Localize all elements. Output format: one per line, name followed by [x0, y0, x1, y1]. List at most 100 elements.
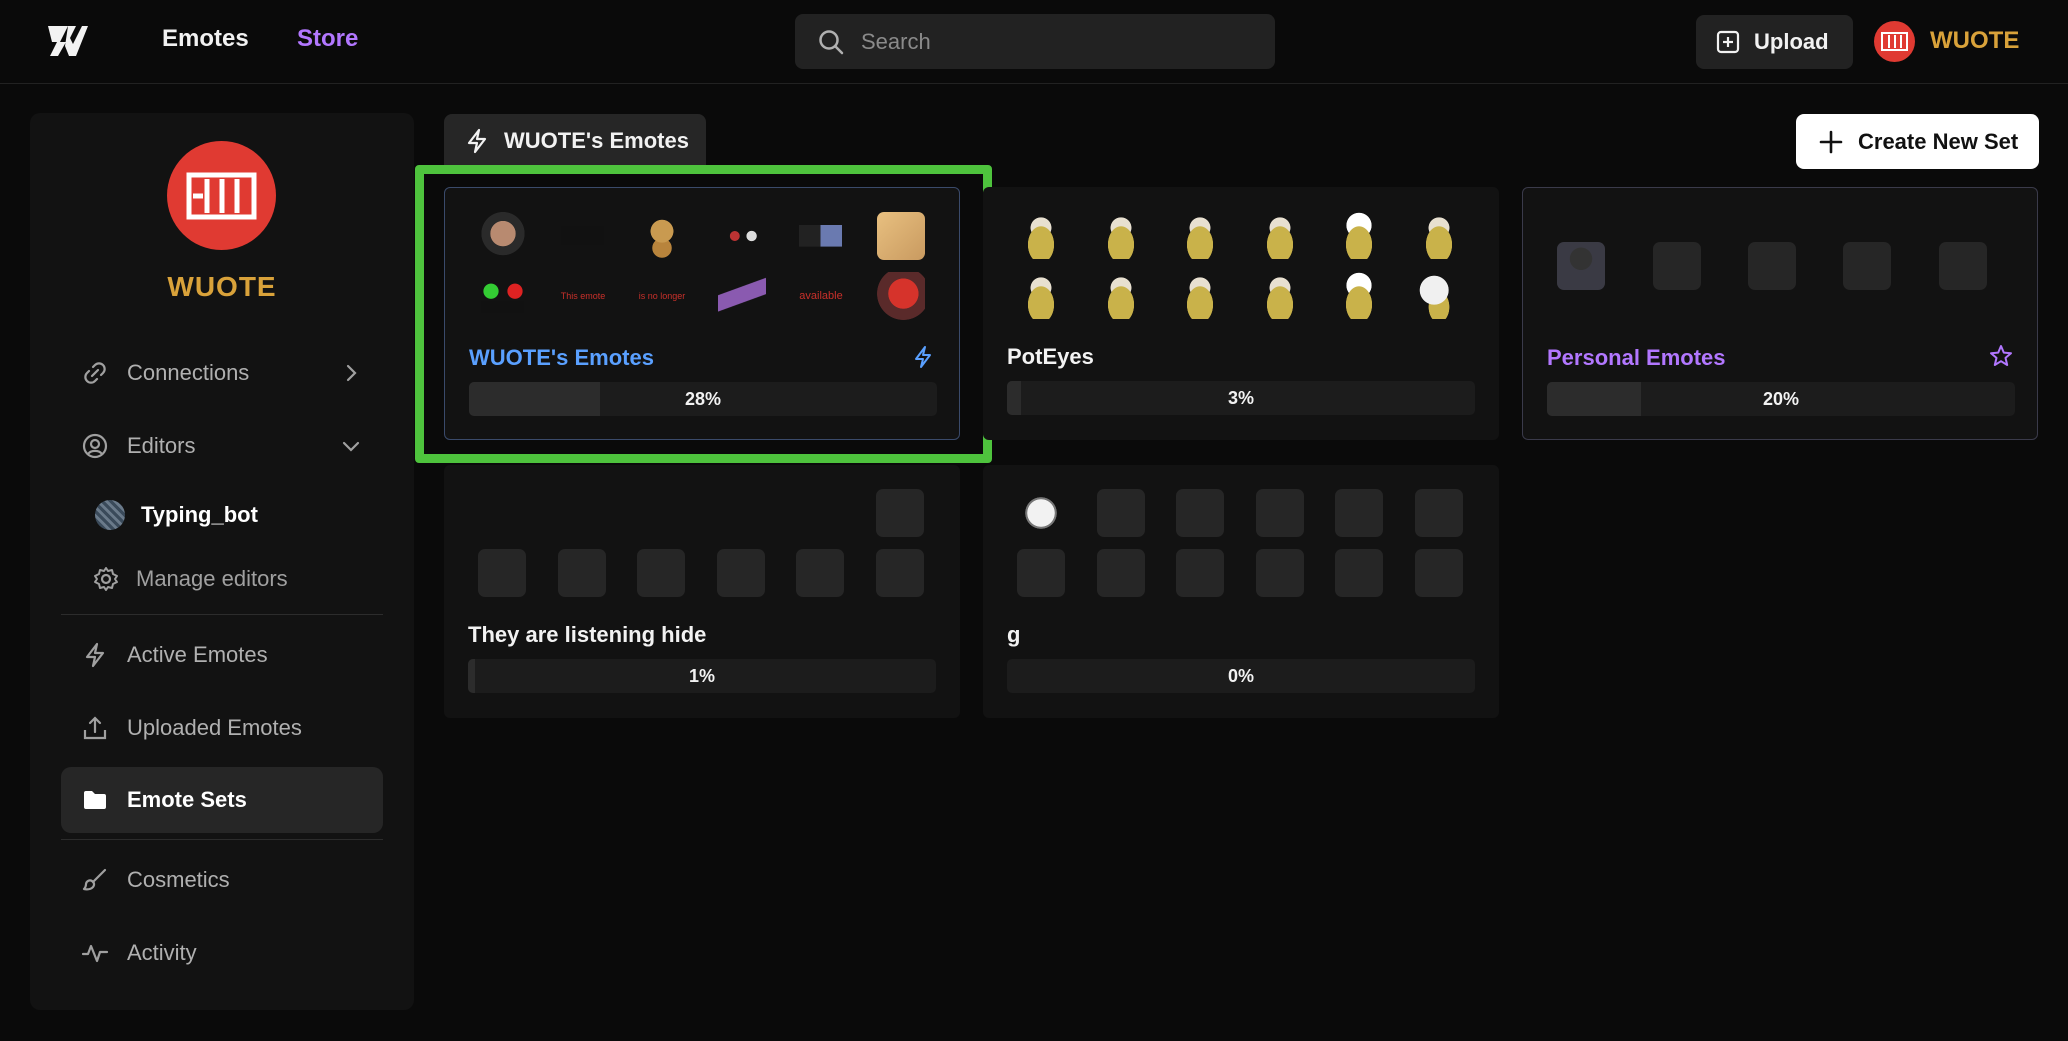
- editor-avatar: [95, 500, 125, 530]
- set-capacity-bar: 1%: [468, 659, 936, 693]
- emote-slot-empty: [1939, 242, 1987, 290]
- set-capacity-label: 0%: [1227, 666, 1254, 686]
- set-capacity-bar: 0%: [1007, 659, 1475, 693]
- emote-thumb: [1256, 271, 1304, 319]
- sidebar-item-cosmetics[interactable]: Cosmetics: [61, 847, 383, 913]
- emote-thumb: [1017, 271, 1065, 319]
- star-icon[interactable]: [1989, 344, 2013, 368]
- emote-thumb: [1176, 271, 1224, 319]
- nav-store-link[interactable]: Store: [297, 25, 358, 53]
- emote-slot-empty: [1176, 489, 1224, 537]
- emote-slot-empty: [1843, 242, 1891, 290]
- chevron-down-icon: [342, 441, 360, 452]
- sidebar-item-uploaded-emotes[interactable]: Uploaded Emotes: [61, 695, 383, 761]
- manage-editors-link[interactable]: Manage editors: [92, 565, 288, 593]
- user-circle-icon: [82, 433, 108, 459]
- emote-thumb-unavailable-text: available: [799, 290, 843, 302]
- emote-thumb: [1415, 211, 1463, 259]
- set-title: g: [1007, 622, 1021, 647]
- sidebar-item-label: Editors: [127, 433, 196, 458]
- emote-set-card-g[interactable]: g 0%: [983, 465, 1499, 718]
- emote-slot-empty: [1653, 242, 1701, 290]
- emote-thumb-unavailable-text: This emote: [560, 291, 606, 301]
- emote-thumb: [1097, 271, 1145, 319]
- emote-preview-grid: [983, 187, 1499, 342]
- emote-thumb: [1335, 271, 1383, 319]
- emote-set-card-personal[interactable]: Personal Emotes 20%: [1522, 187, 2038, 440]
- tab-active-emote-set[interactable]: WUOTE's Emotes: [444, 114, 706, 168]
- gear-icon: [94, 567, 118, 591]
- emote-set-card-listening[interactable]: They are listening hide 1%: [444, 465, 960, 718]
- emote-thumb: [1557, 242, 1605, 290]
- emote-preview-grid: [1523, 188, 2039, 343]
- emote-preview-grid: [983, 465, 1499, 620]
- sidebar-item-connections[interactable]: Connections: [61, 340, 383, 406]
- emote-set-card-wuote[interactable]: This emote is no longer available WUOTE'…: [444, 187, 960, 440]
- set-capacity-label: 3%: [1227, 388, 1254, 408]
- activity-pulse-icon: [81, 944, 109, 963]
- emote-thumb: [1415, 271, 1463, 319]
- upload-button[interactable]: Upload: [1696, 15, 1853, 69]
- sidebar-item-editors[interactable]: Editors: [61, 413, 383, 479]
- emote-thumb: [877, 212, 925, 260]
- nav-emotes-link[interactable]: Emotes: [162, 25, 249, 53]
- emote-slot-empty: [1256, 549, 1304, 597]
- create-new-set-button[interactable]: Create New Set: [1796, 114, 2039, 169]
- search-box[interactable]: [795, 14, 1275, 69]
- emote-slot-empty: [1335, 489, 1383, 537]
- emote-thumb: [479, 272, 527, 320]
- set-capacity-label: 20%: [1762, 389, 1800, 409]
- set-capacity-bar: 3%: [1007, 381, 1475, 415]
- emote-preview-grid: [444, 465, 960, 620]
- set-capacity-bar: 28%: [469, 382, 937, 416]
- tab-label: WUOTE's Emotes: [504, 128, 689, 153]
- folder-icon: [84, 791, 106, 809]
- user-name[interactable]: WUOTE: [1930, 27, 2019, 55]
- plus-icon: [1819, 130, 1843, 153]
- emote-thumb: [877, 272, 925, 320]
- bolt-icon: [467, 128, 487, 154]
- sidebar-item-emote-sets[interactable]: Emote Sets: [61, 767, 383, 833]
- top-bar: Emotes Store Upload WUOTE: [0, 0, 2068, 84]
- emote-slot-empty: [1748, 242, 1796, 290]
- emote-slot-empty: [1335, 549, 1383, 597]
- upload-label: Upload: [1754, 29, 1829, 54]
- emote-thumb-unavailable-text: is no longer: [638, 291, 686, 301]
- upload-tray-icon: [83, 716, 107, 740]
- avatar-logo-icon: [1881, 32, 1908, 51]
- upload-plus-icon: [1716, 30, 1740, 54]
- user-avatar[interactable]: [1874, 21, 1915, 62]
- create-new-set-label: Create New Set: [1858, 128, 2019, 154]
- emote-slot-empty: [1415, 549, 1463, 597]
- set-capacity-label: 1%: [688, 666, 715, 686]
- profile-avatar: [167, 141, 276, 250]
- sidebar-item-label: Emote Sets: [127, 787, 247, 812]
- emote-thumb: [718, 272, 766, 320]
- emote-thumb: [1017, 489, 1065, 537]
- sidebar-divider: [61, 839, 383, 840]
- search-input[interactable]: [861, 14, 1261, 69]
- emote-thumb: [1097, 211, 1145, 259]
- manage-editors-label: Manage editors: [136, 566, 288, 591]
- emote-slot-empty: [876, 549, 924, 597]
- set-title: WUOTE's Emotes: [469, 345, 654, 370]
- sidebar-divider: [61, 614, 383, 615]
- profile-logo-icon: [186, 172, 257, 220]
- emote-preview-grid: This emote is no longer available: [445, 188, 961, 343]
- emote-thumb: [1017, 211, 1065, 259]
- set-capacity-label: 28%: [684, 389, 722, 409]
- sidebar-item-activity[interactable]: Activity: [61, 920, 383, 986]
- emote-set-card-poteyes[interactable]: PotEyes 3%: [983, 187, 1499, 440]
- emote-thumb: [718, 212, 766, 260]
- emote-slot-empty: [478, 549, 526, 597]
- sidebar-item-label: Activity: [127, 940, 197, 965]
- sidebar-item-label: Connections: [127, 360, 250, 385]
- sidebar-item-active-emotes[interactable]: Active Emotes: [61, 622, 383, 688]
- emote-slot-empty: [876, 489, 924, 537]
- set-capacity-bar: 20%: [1547, 382, 2015, 416]
- emote-slot-empty: [717, 549, 765, 597]
- emote-slot-empty: [1017, 549, 1065, 597]
- editor-item-typing-bot[interactable]: Typing_bot: [95, 500, 258, 530]
- emote-thumb: [1176, 211, 1224, 259]
- 7tv-logo-icon[interactable]: [46, 22, 90, 60]
